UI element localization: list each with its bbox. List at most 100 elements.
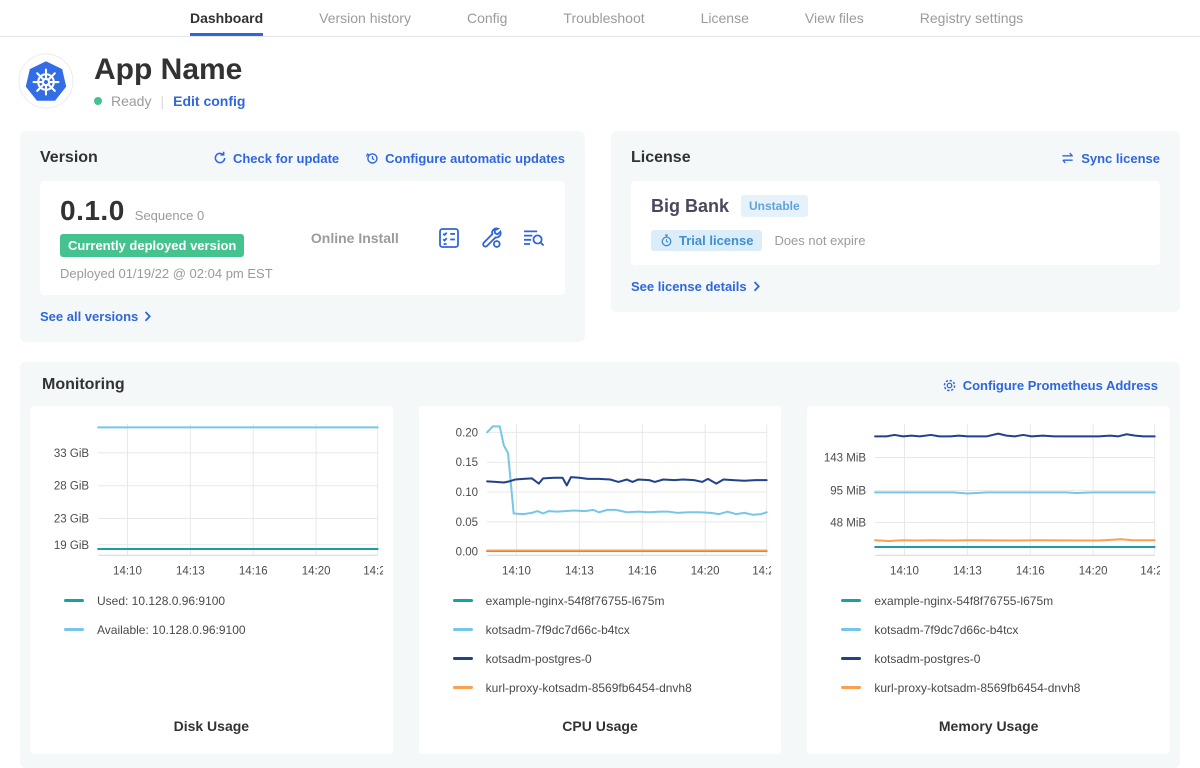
install-type-label: Online Install bbox=[311, 230, 399, 246]
legend-swatch bbox=[841, 686, 861, 689]
see-license-details-link[interactable]: See license details bbox=[631, 279, 761, 294]
preflight-checks-icon[interactable] bbox=[437, 226, 461, 250]
version-sequence: Sequence 0 bbox=[135, 208, 204, 223]
legend-item: kotsadm-7f9dc7d66c-b4tcx bbox=[841, 615, 1160, 644]
refresh-icon bbox=[213, 151, 227, 165]
license-card: License Sync license Big Bank Unstable T… bbox=[611, 131, 1180, 312]
check-for-update-link[interactable]: Check for update bbox=[213, 151, 339, 166]
see-all-versions-link[interactable]: See all versions bbox=[40, 309, 152, 324]
legend-item: kotsadm-postgres-0 bbox=[453, 644, 772, 673]
edit-config-link[interactable]: Edit config bbox=[173, 93, 245, 109]
cpu-usage-legend: example-nginx-54f8f76755-l675m kotsadm-7f… bbox=[429, 578, 772, 702]
legend-item: kurl-proxy-kotsadm-8569fb6454-dnvh8 bbox=[841, 673, 1160, 702]
legend-item: Available: 10.128.0.96:9100 bbox=[64, 615, 383, 644]
legend-label: kurl-proxy-kotsadm-8569fb6454-dnvh8 bbox=[874, 681, 1080, 695]
legend-swatch bbox=[841, 628, 861, 631]
svg-text:14:23: 14:23 bbox=[1141, 565, 1160, 577]
cpu-usage-line-chart: 0.00 0.05 0.10 0.15 0.20 14:10 14:13 14:16 14:20… bbox=[429, 418, 772, 578]
legend-swatch bbox=[453, 599, 473, 602]
tab-license[interactable]: License bbox=[701, 0, 749, 36]
disk-usage-legend: Used: 10.128.0.96:9100 Available: 10.128.… bbox=[40, 578, 383, 644]
disk-usage-line-chart: 19 GiB23 GiB28 GiB33 GiB14:1014:1314:161… bbox=[40, 418, 383, 578]
schedule-icon bbox=[365, 151, 379, 165]
divider: | bbox=[160, 93, 164, 109]
sync-license-link[interactable]: Sync license bbox=[1060, 151, 1160, 166]
svg-text:0.00: 0.00 bbox=[455, 547, 477, 559]
status-text: Ready bbox=[111, 93, 151, 109]
legend-item: kotsadm-7f9dc7d66c-b4tcx bbox=[453, 615, 772, 644]
tab-version-history[interactable]: Version history bbox=[319, 0, 411, 36]
gear-icon bbox=[942, 378, 957, 393]
chart-title: CPU Usage bbox=[429, 702, 772, 742]
svg-text:14:10: 14:10 bbox=[113, 565, 142, 577]
configure-prometheus-link[interactable]: Configure Prometheus Address bbox=[942, 378, 1158, 393]
legend-label: kotsadm-postgres-0 bbox=[486, 652, 592, 666]
legend-label: example-nginx-54f8f76755-l675m bbox=[874, 594, 1053, 608]
version-card: Version Check for update Configure autom… bbox=[20, 131, 585, 342]
legend-swatch bbox=[453, 628, 473, 631]
chart-title: Disk Usage bbox=[40, 702, 383, 742]
svg-text:14:10: 14:10 bbox=[502, 565, 531, 577]
status-dot bbox=[94, 97, 102, 105]
memory-usage-legend: example-nginx-54f8f76755-l675m kotsadm-7f… bbox=[817, 578, 1160, 702]
legend-label: Available: 10.128.0.96:9100 bbox=[97, 623, 246, 637]
sync-icon bbox=[1060, 151, 1075, 165]
svg-text:14:10: 14:10 bbox=[890, 565, 919, 577]
svg-text:14:13: 14:13 bbox=[565, 565, 594, 577]
svg-text:0.20: 0.20 bbox=[455, 427, 477, 439]
chart-title: Memory Usage bbox=[817, 702, 1160, 742]
license-card-title: License bbox=[631, 149, 691, 167]
legend-item: kurl-proxy-kotsadm-8569fb6454-dnvh8 bbox=[453, 673, 772, 702]
svg-text:0.10: 0.10 bbox=[455, 487, 477, 499]
cpu-usage-chart-card: 0.00 0.05 0.10 0.15 0.20 14:10 14:13 14:16 14:20… bbox=[419, 406, 782, 754]
legend-item: example-nginx-54f8f76755-l675m bbox=[453, 586, 772, 615]
legend-item: kotsadm-postgres-0 bbox=[841, 644, 1160, 673]
svg-text:14:13: 14:13 bbox=[953, 565, 982, 577]
legend-swatch bbox=[841, 657, 861, 660]
tab-troubleshoot[interactable]: Troubleshoot bbox=[563, 0, 644, 36]
license-expiry-text: Does not expire bbox=[774, 233, 865, 248]
license-details-row: Big Bank Unstable Trial license Does not… bbox=[631, 181, 1160, 265]
page-title: App Name bbox=[94, 53, 245, 86]
svg-text:143 MiB: 143 MiB bbox=[824, 453, 867, 465]
legend-label: example-nginx-54f8f76755-l675m bbox=[486, 594, 665, 608]
legend-swatch bbox=[64, 599, 84, 602]
svg-text:19 GiB: 19 GiB bbox=[54, 540, 90, 552]
svg-text:28 GiB: 28 GiB bbox=[54, 481, 90, 493]
svg-text:0.15: 0.15 bbox=[455, 457, 477, 469]
memory-usage-line-chart: 48 MiB95 MiB143 MiB14:1014:1314:1614:201… bbox=[817, 418, 1160, 578]
deployed-timestamp: Deployed 01/19/22 @ 02:04 pm EST bbox=[60, 266, 273, 281]
legend-label: kotsadm-7f9dc7d66c-b4tcx bbox=[874, 623, 1018, 637]
memory-usage-chart-card: 48 MiB95 MiB143 MiB14:1014:1314:1614:201… bbox=[807, 406, 1170, 754]
chevron-right-icon bbox=[753, 281, 761, 292]
legend-item: Used: 10.128.0.96:9100 bbox=[64, 586, 383, 615]
version-number: 0.1.0 bbox=[60, 195, 125, 227]
legend-item: example-nginx-54f8f76755-l675m bbox=[841, 586, 1160, 615]
version-card-title: Version bbox=[40, 149, 98, 167]
legend-label: kotsadm-postgres-0 bbox=[874, 652, 980, 666]
customer-name: Big Bank bbox=[651, 196, 729, 217]
svg-text:23 GiB: 23 GiB bbox=[54, 514, 90, 526]
tab-registry-settings[interactable]: Registry settings bbox=[920, 0, 1023, 36]
svg-text:14:20: 14:20 bbox=[302, 565, 331, 577]
stopwatch-icon bbox=[660, 234, 673, 247]
tab-config[interactable]: Config bbox=[467, 0, 507, 36]
legend-swatch bbox=[841, 599, 861, 602]
current-version-row: 0.1.0 Sequence 0 Currently deployed vers… bbox=[40, 181, 565, 295]
deployed-badge: Currently deployed version bbox=[60, 234, 244, 257]
svg-text:14:16: 14:16 bbox=[1016, 565, 1045, 577]
svg-text:14:23: 14:23 bbox=[363, 565, 382, 577]
svg-text:0.05: 0.05 bbox=[455, 517, 477, 529]
svg-text:14:16: 14:16 bbox=[628, 565, 657, 577]
configure-icon[interactable] bbox=[479, 226, 503, 250]
legend-label: Used: 10.128.0.96:9100 bbox=[97, 594, 225, 608]
configure-automatic-updates-link[interactable]: Configure automatic updates bbox=[365, 151, 565, 166]
deploy-logs-icon[interactable] bbox=[521, 226, 545, 250]
svg-text:14:23: 14:23 bbox=[752, 565, 771, 577]
monitoring-section: Monitoring Configure Prometheus Address … bbox=[20, 362, 1180, 768]
legend-swatch bbox=[453, 657, 473, 660]
legend-label: kurl-proxy-kotsadm-8569fb6454-dnvh8 bbox=[486, 681, 692, 695]
svg-text:14:20: 14:20 bbox=[690, 565, 719, 577]
tab-dashboard[interactable]: Dashboard bbox=[190, 0, 263, 36]
tab-view-files[interactable]: View files bbox=[805, 0, 864, 36]
